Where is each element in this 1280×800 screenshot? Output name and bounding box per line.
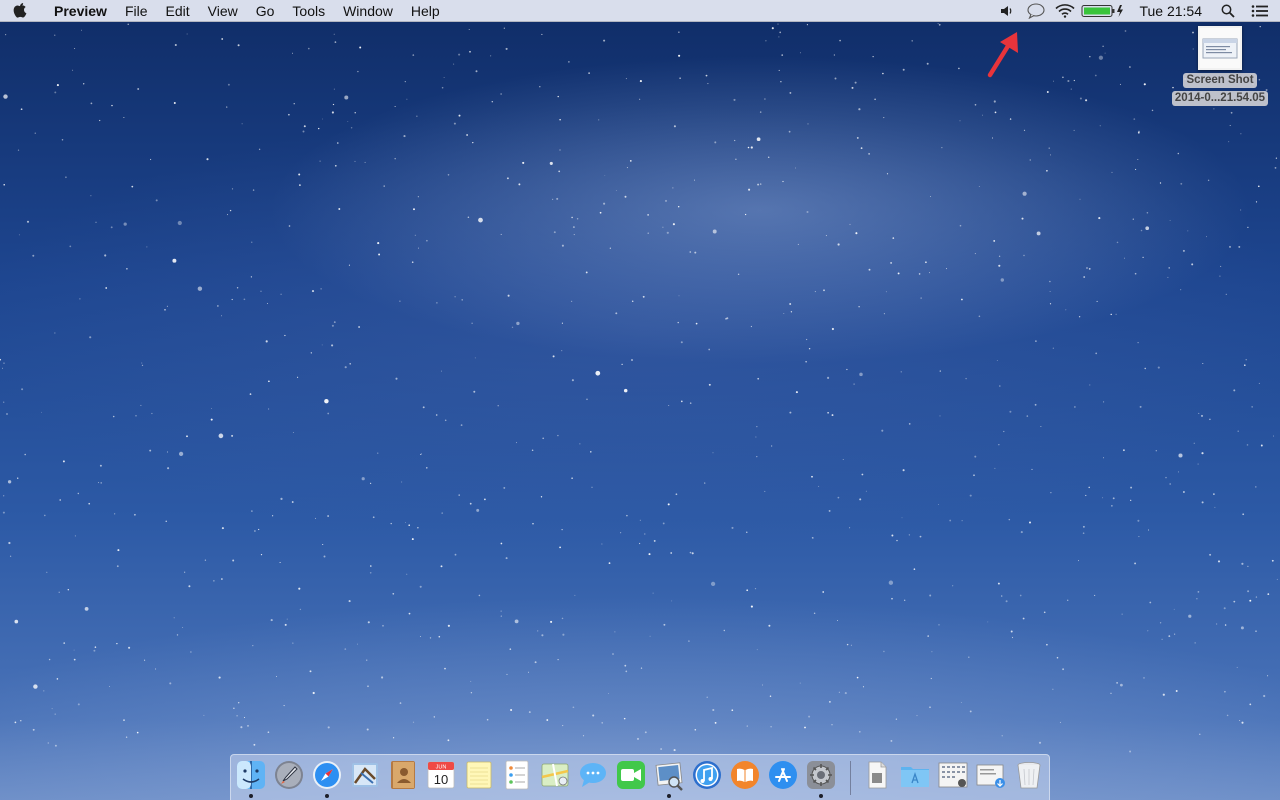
messages-icon[interactable]	[577, 759, 609, 791]
finder-icon[interactable]	[235, 759, 267, 791]
preview-icon[interactable]	[653, 759, 685, 791]
menu-edit[interactable]: Edit	[157, 0, 199, 22]
menu-clock[interactable]: Tue 21:54	[1127, 0, 1216, 22]
reminders-icon[interactable]	[501, 759, 533, 791]
apple-menu-icon[interactable]	[0, 0, 40, 22]
desktop-file-name-line1: Screen Shot	[1183, 73, 1257, 88]
desktop-file-name-line2: 2014-0...21.54.05	[1171, 91, 1269, 106]
app-menu-preview[interactable]: Preview	[40, 0, 116, 22]
ibooks-icon[interactable]	[729, 759, 761, 791]
running-indicator	[249, 794, 253, 798]
safari-icon[interactable]	[311, 759, 343, 791]
red-arrow-icon	[987, 32, 1018, 78]
mail-icon[interactable]	[349, 759, 381, 791]
downloads-stack-icon[interactable]	[975, 759, 1007, 791]
maps-icon[interactable]	[539, 759, 571, 791]
app-store-icon[interactable]	[767, 759, 799, 791]
document-stack-icon[interactable]	[861, 759, 893, 791]
menu-go[interactable]: Go	[247, 0, 284, 22]
screenshots-stack-icon[interactable]	[937, 759, 969, 791]
itunes-icon[interactable]	[691, 759, 723, 791]
dock: JUN 10	[230, 754, 1050, 800]
notification-bubble-icon[interactable]	[1021, 0, 1051, 22]
menu-window[interactable]: Window	[334, 0, 402, 22]
running-indicator	[819, 794, 823, 798]
menu-view[interactable]: View	[199, 0, 247, 22]
spotlight-search-icon[interactable]	[1216, 0, 1240, 22]
menu-bar: Preview File Edit View Go Tools Window H…	[0, 0, 1280, 22]
menu-file[interactable]: File	[116, 0, 157, 22]
menu-help[interactable]: Help	[402, 0, 449, 22]
menu-tools[interactable]: Tools	[283, 0, 334, 22]
starfield	[0, 23, 1278, 753]
screenshot-thumbnail-icon	[1198, 26, 1242, 70]
dock-separator	[850, 761, 851, 795]
running-indicator	[667, 794, 671, 798]
contacts-icon[interactable]	[387, 759, 419, 791]
wifi-icon[interactable]	[1051, 0, 1079, 22]
notification-center-icon[interactable]	[1240, 0, 1280, 22]
running-indicator	[325, 794, 329, 798]
notes-icon[interactable]	[463, 759, 495, 791]
calendar-icon[interactable]: JUN 10	[425, 759, 457, 791]
facetime-icon[interactable]	[615, 759, 647, 791]
trash-icon[interactable]	[1013, 759, 1045, 791]
desktop-wallpaper	[0, 0, 1280, 800]
system-preferences-icon[interactable]	[805, 759, 837, 791]
calendar-month: JUN	[436, 765, 447, 771]
calendar-day: 10	[434, 772, 448, 787]
applications-folder-icon[interactable]	[899, 759, 931, 791]
battery-charging-icon[interactable]	[1079, 0, 1127, 22]
desktop-file-screenshot[interactable]: Screen Shot 2014-0...21.54.05	[1163, 26, 1277, 110]
volume-icon[interactable]	[993, 0, 1021, 22]
launchpad-icon[interactable]	[273, 759, 305, 791]
